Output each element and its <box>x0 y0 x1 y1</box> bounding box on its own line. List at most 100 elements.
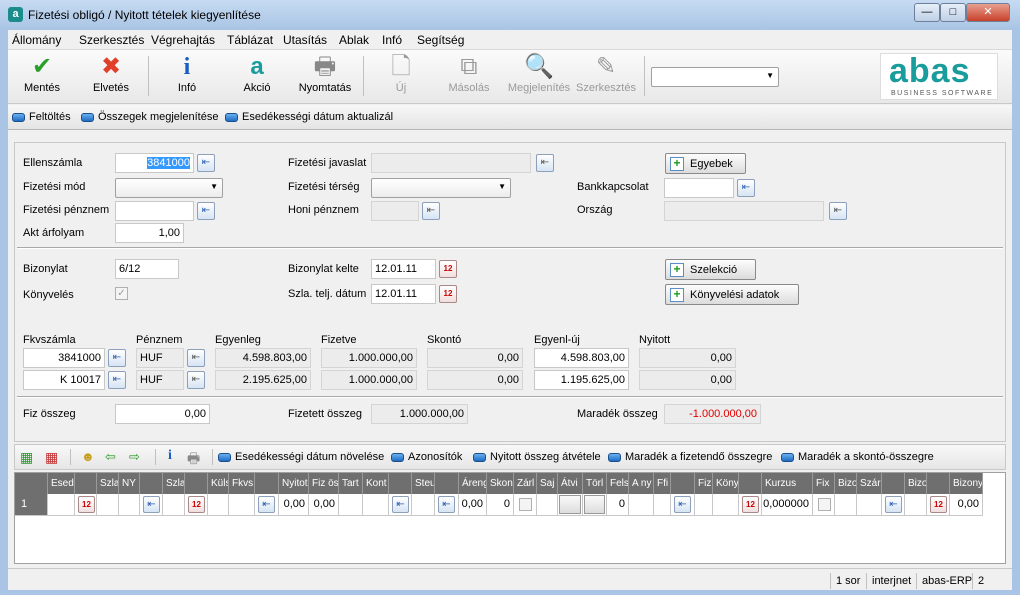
grid-col-header[interactable] <box>739 473 762 494</box>
grid-col-header[interactable] <box>185 473 208 494</box>
grid-col-header[interactable]: Zárl <box>514 473 537 494</box>
menu-allomany[interactable]: Állomány <box>12 33 61 47</box>
grid-col-header[interactable]: Bizony <box>950 473 983 494</box>
grid-cell[interactable]: 0,000000 <box>762 494 813 516</box>
grid-cell[interactable] <box>363 494 389 516</box>
lookup-icon[interactable]: ⇤ <box>187 349 205 367</box>
grid-cell[interactable]: 12 <box>75 494 97 516</box>
calendar-icon[interactable]: 12 <box>742 496 759 513</box>
arfolyam-input[interactable]: 1,00 <box>115 223 184 243</box>
menu-segitseg[interactable]: Segítség <box>417 33 464 47</box>
calendar-icon[interactable]: 12 <box>78 496 95 513</box>
delete-row-icon[interactable]: ▦ <box>45 449 58 466</box>
grid-cell[interactable] <box>905 494 927 516</box>
info-button[interactable]: i Infó <box>156 52 218 102</box>
cell-button[interactable] <box>559 495 581 514</box>
checkbox[interactable] <box>519 498 532 511</box>
grid-cell[interactable] <box>835 494 857 516</box>
grid-col-header[interactable]: Küls <box>208 473 229 494</box>
fizpenznem-input[interactable] <box>115 201 194 221</box>
account-cell[interactable]: 1.195.625,00 <box>534 370 629 390</box>
grid-col-header[interactable] <box>15 473 48 494</box>
grid-col-header[interactable]: Steu <box>412 473 435 494</box>
grid-cell[interactable] <box>119 494 140 516</box>
grid-col-header[interactable]: Áreng <box>459 473 487 494</box>
bizonylat-input[interactable]: 6/12 <box>115 259 179 279</box>
grid-col-header[interactable] <box>389 473 412 494</box>
grid-cell[interactable] <box>857 494 882 516</box>
checkbox[interactable] <box>818 498 831 511</box>
grid-cell[interactable] <box>208 494 229 516</box>
lookup-icon[interactable]: ⇤ <box>187 371 205 389</box>
grid-col-header[interactable]: Szla <box>163 473 185 494</box>
edit-button[interactable]: ✎ Szerkesztés <box>574 52 638 102</box>
close-button[interactable]: ✕ <box>966 3 1010 22</box>
grid-col-header[interactable]: Kurzus <box>762 473 813 494</box>
info-icon[interactable]: i <box>168 448 172 464</box>
grid-col-header[interactable]: Nyitot <box>279 473 309 494</box>
lookup-icon[interactable]: ⇤ <box>108 349 126 367</box>
grid-cell[interactable]: 12 <box>927 494 950 516</box>
grid-cell[interactable] <box>713 494 739 516</box>
save-button[interactable]: ✔ Mentés <box>11 52 73 102</box>
row-header[interactable]: 1 <box>15 494 48 516</box>
grid-col-header[interactable]: NY <box>119 473 140 494</box>
toolbar-combo[interactable] <box>651 67 779 87</box>
grid-cell[interactable]: 12 <box>739 494 762 516</box>
copy-button[interactable]: ⧉ Másolás <box>438 52 500 102</box>
grid-col-header[interactable]: Fels <box>607 473 629 494</box>
grid-cell[interactable] <box>537 494 558 516</box>
grid-cell[interactable]: 0 <box>487 494 514 516</box>
show-totals-action[interactable]: Összegek megjelenítése <box>81 111 218 123</box>
grid-col-header[interactable]: Skon <box>487 473 514 494</box>
grid-col-header[interactable] <box>671 473 695 494</box>
menu-ablak[interactable]: Ablak <box>339 33 369 47</box>
egyebek-button[interactable]: + Egyebek <box>665 153 746 174</box>
szelekcio-button[interactable]: + Szelekció <box>665 259 756 280</box>
printer-icon[interactable]: 🖶 <box>187 448 200 472</box>
bank-input[interactable] <box>664 178 734 198</box>
grid-col-header[interactable] <box>75 473 97 494</box>
print-button[interactable]: 🖶 Nyomtatás <box>292 52 358 102</box>
update-due-date-action[interactable]: Esedékességi dátum aktualizál <box>225 111 393 123</box>
calendar-icon[interactable]: 12 <box>439 260 457 278</box>
grid-col-header[interactable]: Ffi <box>654 473 671 494</box>
lookup-icon[interactable]: ⇤ <box>108 371 126 389</box>
account-cell[interactable]: K 10017 <box>23 370 105 390</box>
menu-info[interactable]: Infó <box>382 33 402 47</box>
grid-cell[interactable]: 0,00 <box>459 494 487 516</box>
grid-cell[interactable] <box>583 494 607 516</box>
move-right-icon[interactable]: ⇨ <box>129 449 140 465</box>
grid-cell[interactable]: ⇤ <box>882 494 905 516</box>
fizosszeg-input[interactable]: 0,00 <box>115 404 210 424</box>
grid-cell[interactable] <box>97 494 119 516</box>
action-button[interactable]: a Akció <box>226 52 288 102</box>
remainder-to-discount-action[interactable]: Maradék a skontó-összegre <box>781 451 934 463</box>
discard-button[interactable]: ✖ Elvetés <box>80 52 142 102</box>
lookup-icon[interactable]: ⇤ <box>197 202 215 220</box>
grid-col-header[interactable]: Szla <box>97 473 119 494</box>
konyveles-checkbox[interactable]: ✓ <box>115 287 128 300</box>
menu-szerkesztes[interactable]: Szerkesztés <box>79 33 144 47</box>
menu-tablazat[interactable]: Táblázat <box>227 33 273 47</box>
grid-col-header[interactable]: Átvi <box>558 473 583 494</box>
lookup-icon[interactable]: ⇤ <box>536 154 554 172</box>
konyv-adatok-button[interactable]: + Könyvelési adatok <box>665 284 799 305</box>
grid-cell[interactable] <box>813 494 835 516</box>
calendar-icon[interactable]: 12 <box>439 285 457 303</box>
lookup-icon[interactable]: ⇤ <box>885 496 902 513</box>
take-open-amount-action[interactable]: Nyitott összeg átvétele <box>473 451 601 463</box>
grid-col-header[interactable]: Fix <box>813 473 835 494</box>
grid-col-header[interactable]: Fiz ös <box>309 473 339 494</box>
grid-col-header[interactable]: Fizi <box>695 473 713 494</box>
terseg-select[interactable] <box>371 178 511 198</box>
lookup-icon[interactable]: ⇤ <box>438 496 455 513</box>
fizmod-select[interactable] <box>115 178 223 198</box>
user-icon[interactable]: ☻ <box>81 449 95 464</box>
grid-col-header[interactable]: Esed <box>48 473 75 494</box>
lookup-icon[interactable]: ⇤ <box>197 154 215 172</box>
increase-due-date-action[interactable]: Esedékességi dátum növelése <box>218 451 384 463</box>
fill-action[interactable]: Feltöltés <box>12 111 71 123</box>
grid-col-header[interactable]: Köny <box>713 473 739 494</box>
lookup-icon[interactable]: ⇤ <box>737 179 755 197</box>
